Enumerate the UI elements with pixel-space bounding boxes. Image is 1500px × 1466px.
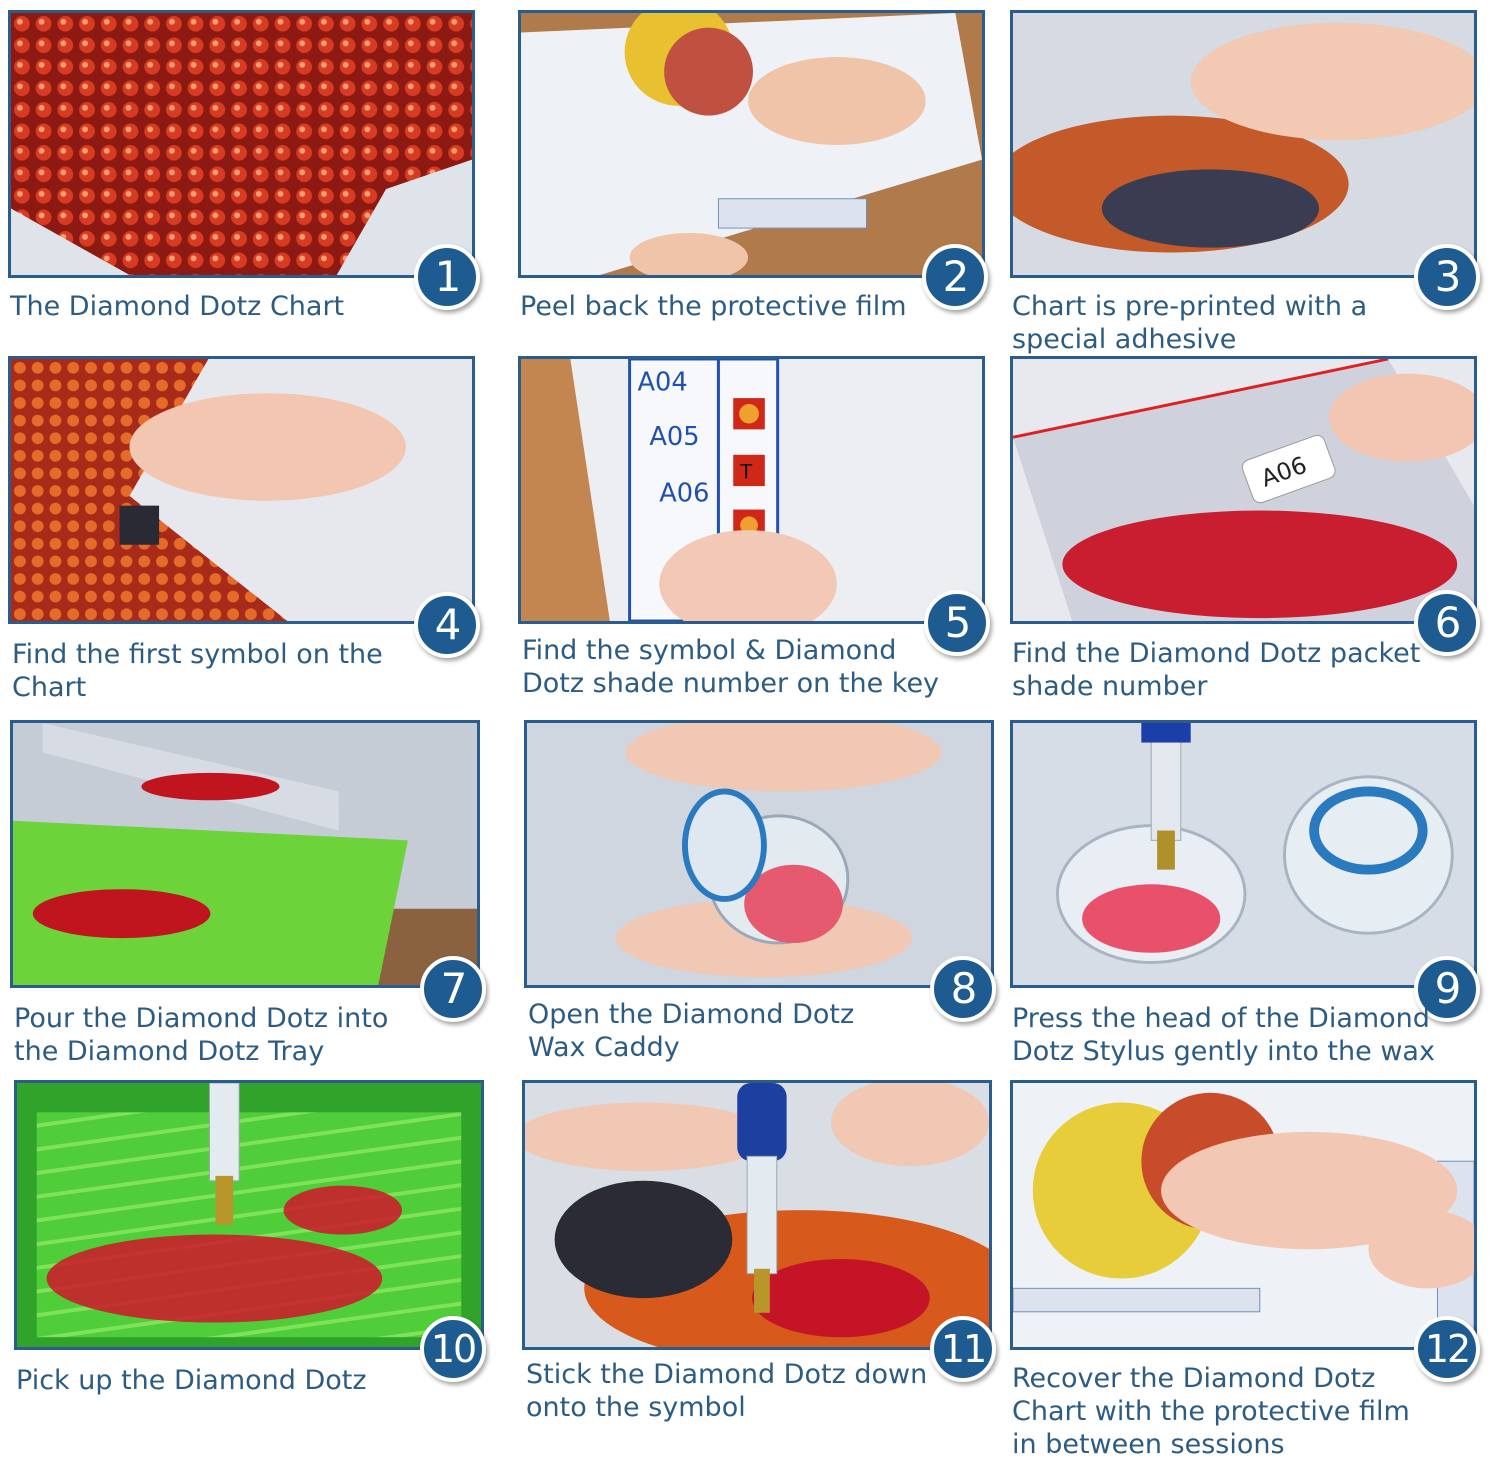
- step-caption: The Diamond Dotz Chart: [10, 291, 345, 322]
- stylus-wax-photo: [1010, 720, 1477, 988]
- key-code-a06: A06: [659, 479, 709, 509]
- step-caption: Open the Diamond Dotz Wax Caddy: [528, 999, 855, 1063]
- step-caption: Find the Diamond Dotz packet shade numbe…: [1012, 638, 1421, 702]
- chart-closeup-photo: [8, 10, 475, 278]
- adhesive-chart-photo: [1010, 10, 1477, 278]
- step-caption: Press the head of the Diamond Dotz Stylu…: [1012, 1003, 1435, 1067]
- key-photo: A04 A05 A06 T: [518, 356, 985, 624]
- wax-caddy-photo: [524, 720, 994, 988]
- find-symbol-photo: [8, 356, 475, 624]
- key-symbol: T: [739, 460, 753, 483]
- step-caption: Find the symbol & Diamond Dotz shade num…: [522, 635, 940, 699]
- step-caption: Find the first symbol on the Chart: [12, 639, 383, 703]
- packet-photo: A06: [1010, 356, 1477, 624]
- step-caption: Peel back the protective film: [520, 291, 907, 322]
- step-caption: Pour the Diamond Dotz into the Diamond D…: [14, 1003, 389, 1067]
- peel-film-photo: [518, 10, 985, 278]
- stick-down-photo: [522, 1080, 992, 1350]
- key-code-a05: A05: [649, 422, 699, 452]
- recover-chart-photo: [1010, 1080, 1477, 1350]
- pick-up-photo: [14, 1080, 484, 1350]
- step-caption: Chart is pre-printed with a special adhe…: [1012, 291, 1368, 355]
- pour-tray-photo: [10, 720, 480, 988]
- step-caption: Stick the Diamond Dotz down onto the sym…: [526, 1359, 928, 1423]
- step-caption: Pick up the Diamond Dotz: [16, 1365, 367, 1396]
- key-code-a04: A04: [637, 367, 687, 397]
- step-caption: Recover the Diamond Dotz Chart with the …: [1012, 1363, 1410, 1460]
